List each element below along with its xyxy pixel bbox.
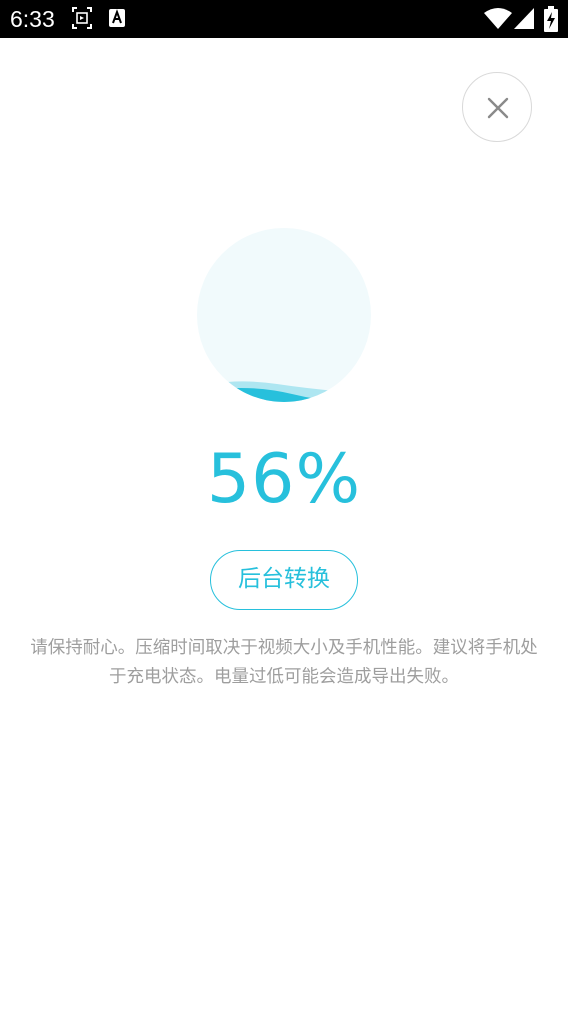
status-bar: 6:33	[0, 0, 568, 38]
background-convert-button[interactable]: 后台转换	[210, 550, 358, 610]
progress-percent: 56%	[206, 440, 362, 519]
close-icon	[487, 97, 509, 119]
wifi-icon	[484, 8, 512, 34]
battery-charging-icon	[544, 6, 558, 36]
status-time: 6:33	[10, 6, 55, 32]
progress-circle	[197, 228, 371, 402]
close-button[interactable]	[462, 72, 532, 142]
a-icon	[108, 7, 126, 33]
signal-icon	[514, 8, 534, 34]
hint-text: 请保持耐心。压缩时间取决于视频大小及手机性能。建议将手机处于充电状态。电量过低可…	[30, 638, 538, 687]
screenshot-icon	[72, 7, 92, 33]
